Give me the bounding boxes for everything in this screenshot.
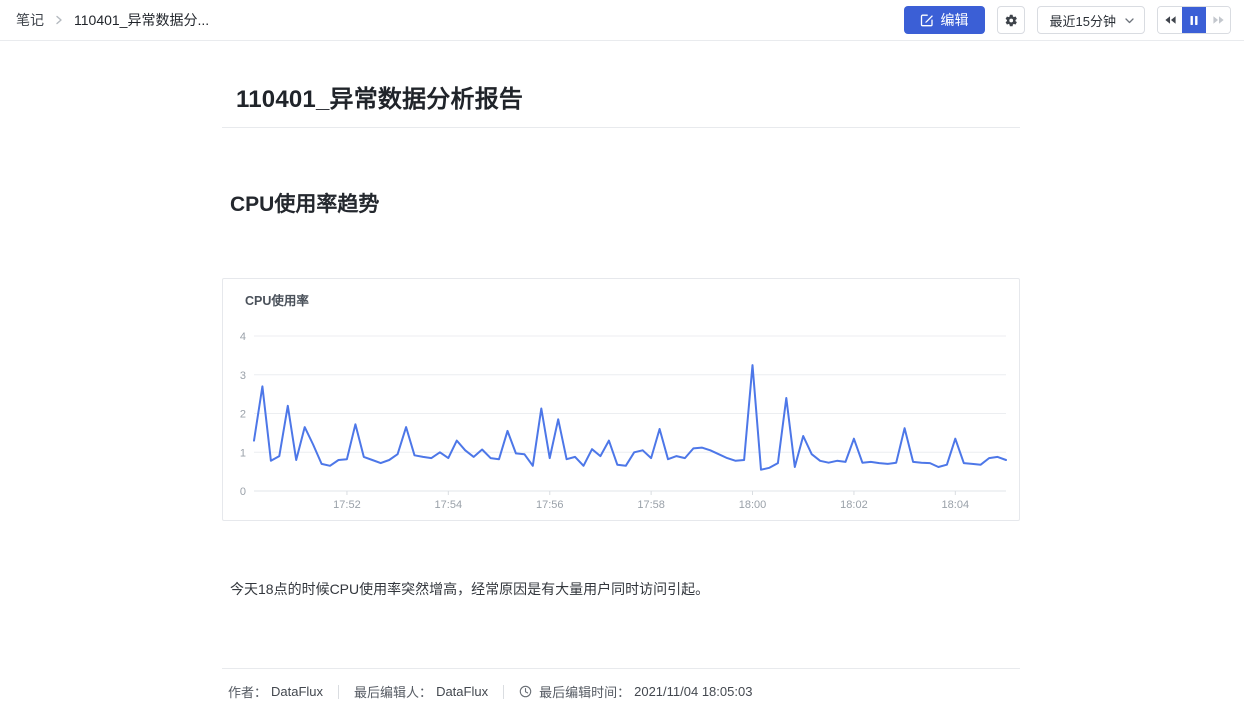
chevron-right-icon [54,15,64,25]
pause-button[interactable] [1182,7,1206,33]
svg-text:1: 1 [240,447,246,459]
pause-icon [1189,15,1199,26]
svg-text:3: 3 [240,370,246,382]
note-meta-footer: 作者： DataFlux 最后编辑人： DataFlux 最后编辑时间： 202… [228,682,752,701]
svg-text:18:02: 18:02 [840,499,868,511]
svg-text:18:00: 18:00 [739,499,767,511]
cpu-usage-line-chart[interactable]: 0 1 2 3 4 17:52 17:54 17:56 17:58 18:00 18:02 18:04 [223,279,1019,520]
meta-separator [503,684,505,699]
time-range-select[interactable]: 最近15分钟 [1036,6,1145,34]
analysis-note: 今天18点的时候CPU使用率突然增高，经常原因是有大量用户同时访问引起。 [230,581,710,597]
svg-text:2: 2 [240,409,246,421]
rewind-button[interactable] [1158,7,1182,33]
fast-forward-button[interactable] [1206,7,1230,33]
svg-text:17:56: 17:56 [536,499,564,511]
last-editor-value: DataFlux [436,684,489,699]
chart-panel: 0 1 2 3 4 17:52 17:54 17:56 17:58 18:00 18:02 18:04… [222,278,1020,521]
chevron-down-icon [1124,15,1135,26]
svg-text:4: 4 [240,331,246,343]
fast-forward-icon [1212,15,1225,25]
clock-icon [519,685,532,698]
rewind-icon [1164,15,1177,25]
last-editor-meta: 最后编辑人： DataFlux [354,682,488,701]
svg-text:17:58: 17:58 [637,499,665,511]
svg-text:17:54: 17:54 [435,499,463,511]
edit-button-label: 编辑 [940,12,969,28]
title-divider [222,127,1020,128]
footer-divider [222,668,1020,669]
edit-icon [920,13,934,27]
time-range-value: 最近15分钟 [1049,13,1116,29]
last-edit-time-label: 最后编辑时间： [539,685,631,700]
breadcrumb: 笔记 110401_异常数据分... [16,10,209,30]
edit-button[interactable]: 编辑 [903,6,985,34]
breadcrumb-item-notes[interactable]: 笔记 [16,10,44,30]
playback-controls [1157,6,1231,34]
chart-title: CPU使用率 [245,294,309,308]
author-value: DataFlux [271,684,324,699]
svg-text:17:52: 17:52 [333,499,361,511]
settings-button[interactable] [996,6,1025,34]
last-edit-time-meta: 最后编辑时间： 2021/11/04 18:05:03 [519,682,752,701]
meta-separator [338,684,340,699]
svg-text:0: 0 [240,486,246,498]
gear-icon [1003,13,1018,28]
svg-text:18:04: 18:04 [942,499,970,511]
author-label: 作者： [228,685,268,700]
last-edit-time-value: 2021/11/04 18:05:03 [634,684,753,699]
breadcrumb-current-note: 110401_异常数据分... [74,12,210,28]
last-editor-label: 最后编辑人： [354,685,433,700]
topbar-actions: 编辑 最近15分钟 [903,6,1231,34]
section-heading: CPU使用率趋势 [230,193,380,216]
topbar: 笔记 110401_异常数据分... 编辑 最近15分钟 [0,0,1244,41]
author-meta: 作者： DataFlux [228,682,323,701]
page-title: 110401_异常数据分析报告 [236,86,524,113]
